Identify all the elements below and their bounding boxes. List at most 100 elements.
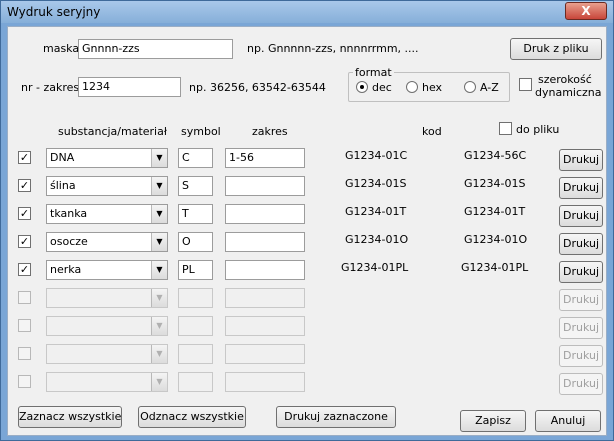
chevron-down-icon[interactable]: ▼ [151, 317, 167, 335]
substance-select[interactable]: ślina ▼ [46, 176, 168, 196]
chevron-down-icon[interactable]: ▼ [151, 289, 167, 307]
substance-select[interactable]: ▼ [46, 288, 168, 308]
range-input-row[interactable] [225, 176, 305, 196]
range-input-row[interactable] [225, 344, 305, 364]
chevron-down-icon[interactable]: ▼ [151, 261, 167, 279]
dynamic-width-label-line2: dynamiczna [535, 86, 602, 99]
header-range: zakres [252, 125, 288, 138]
range-hint: np. 36256, 63542-63544 [189, 81, 326, 94]
print-row-button[interactable]: Drukuj [559, 373, 603, 395]
substance-value: tkanka [50, 207, 88, 220]
range-input-row[interactable] [225, 204, 305, 224]
title-bar: Wydruk seryjny X [1, 1, 613, 23]
substance-select[interactable]: osocze ▼ [46, 232, 168, 252]
dialog-window: Wydruk seryjny X maska Gnnnn-zzs np. Gnn… [0, 0, 614, 441]
row-checkbox[interactable] [18, 319, 31, 332]
header-symbol: symbol [181, 125, 221, 138]
chevron-down-icon[interactable]: ▼ [151, 177, 167, 195]
code-to: G1234-56C [464, 149, 527, 162]
code-to: G1234-01PL [461, 261, 529, 274]
code-to: G1234-01O [464, 233, 528, 246]
code-to: G1234-01T [464, 205, 526, 218]
row-checkbox[interactable] [18, 375, 31, 388]
format-hex-radio[interactable] [406, 81, 418, 93]
symbol-input[interactable]: PL [178, 260, 213, 280]
format-dec-label: dec [372, 81, 392, 94]
substance-select[interactable]: nerka ▼ [46, 260, 168, 280]
print-row-button[interactable]: Drukuj [559, 261, 603, 283]
symbol-input[interactable] [178, 344, 213, 364]
row-checkbox[interactable]: ✓ [18, 179, 31, 192]
code-to: G1234-01S [464, 177, 526, 190]
substance-value: ślina [50, 179, 76, 192]
symbol-input[interactable]: O [178, 232, 213, 252]
print-from-file-button[interactable]: Druk z pliku [510, 38, 602, 60]
row-checkbox[interactable]: ✓ [18, 151, 31, 164]
symbol-input[interactable] [178, 372, 213, 392]
to-file-checkbox[interactable] [499, 122, 512, 135]
symbol-input[interactable]: C [178, 148, 213, 168]
select-all-button[interactable]: Zaznacz wszystkie [18, 406, 122, 428]
row-checkbox[interactable]: ✓ [18, 263, 31, 276]
symbol-input[interactable] [178, 288, 213, 308]
range-input-row[interactable] [225, 288, 305, 308]
symbol-input[interactable] [178, 316, 213, 336]
chevron-down-icon[interactable]: ▼ [151, 233, 167, 251]
dialog-content: maska Gnnnn-zzs np. Gnnnnn-zzs, nnnnrrmm… [7, 26, 607, 436]
format-hex-label: hex [422, 81, 443, 94]
substance-select[interactable]: ▼ [46, 316, 168, 336]
substance-value: osocze [50, 235, 88, 248]
print-row-button[interactable]: Drukuj [559, 289, 603, 311]
close-button[interactable]: X [565, 2, 607, 20]
substance-select[interactable]: ▼ [46, 372, 168, 392]
range-input[interactable]: 1234 [78, 77, 181, 97]
chevron-down-icon[interactable]: ▼ [151, 205, 167, 223]
substance-select[interactable]: tkanka ▼ [46, 204, 168, 224]
code-from: G1234-01PL [341, 261, 409, 274]
chevron-down-icon[interactable]: ▼ [151, 345, 167, 363]
format-group-title: format [353, 66, 394, 79]
row-checkbox[interactable] [18, 347, 31, 360]
symbol-input[interactable]: T [178, 204, 213, 224]
range-input-row[interactable] [225, 232, 305, 252]
print-row-button[interactable]: Drukuj [559, 205, 603, 227]
print-selected-button[interactable]: Drukuj zaznaczone [276, 406, 396, 428]
format-az-label: A-Z [480, 81, 499, 94]
chevron-down-icon[interactable]: ▼ [151, 373, 167, 391]
substance-select[interactable]: ▼ [46, 344, 168, 364]
row-checkbox[interactable] [18, 291, 31, 304]
row-checkbox[interactable]: ✓ [18, 207, 31, 220]
save-button[interactable]: Zapisz [460, 410, 526, 432]
substance-select[interactable]: DNA ▼ [46, 148, 168, 168]
range-input-row[interactable] [225, 372, 305, 392]
code-from: G1234-01T [345, 205, 407, 218]
range-label: nr - zakres [21, 81, 80, 94]
code-from: G1234-01O [345, 233, 409, 246]
dynamic-width-label-line1: szerokość [538, 73, 592, 86]
cancel-button[interactable]: Anuluj [535, 410, 601, 432]
deselect-all-button[interactable]: Odznacz wszystkie [138, 406, 246, 428]
print-row-button[interactable]: Drukuj [559, 149, 603, 171]
mask-input[interactable]: Gnnnn-zzs [78, 39, 233, 59]
range-input-row[interactable] [225, 316, 305, 336]
format-az-radio[interactable] [464, 81, 476, 93]
code-from: G1234-01S [345, 177, 407, 190]
substance-value: DNA [50, 151, 75, 164]
print-row-button[interactable]: Drukuj [559, 177, 603, 199]
header-substance: substancja/materiał [58, 125, 167, 138]
dynamic-width-checkbox[interactable] [519, 78, 532, 91]
mask-hint: np. Gnnnnn-zzs, nnnnrrmm, .... [247, 42, 419, 55]
header-to-file: do pliku [516, 123, 560, 136]
format-dec-radio[interactable] [356, 81, 368, 93]
print-row-button[interactable]: Drukuj [559, 345, 603, 367]
code-from: G1234-01C [345, 149, 408, 162]
print-row-button[interactable]: Drukuj [559, 233, 603, 255]
header-code: kod [422, 125, 442, 138]
chevron-down-icon[interactable]: ▼ [151, 149, 167, 167]
row-checkbox[interactable]: ✓ [18, 235, 31, 248]
print-row-button[interactable]: Drukuj [559, 317, 603, 339]
range-input-row[interactable]: 1-56 [225, 148, 305, 168]
range-input-row[interactable] [225, 260, 305, 280]
symbol-input[interactable]: S [178, 176, 213, 196]
window-title: Wydruk seryjny [7, 5, 101, 19]
